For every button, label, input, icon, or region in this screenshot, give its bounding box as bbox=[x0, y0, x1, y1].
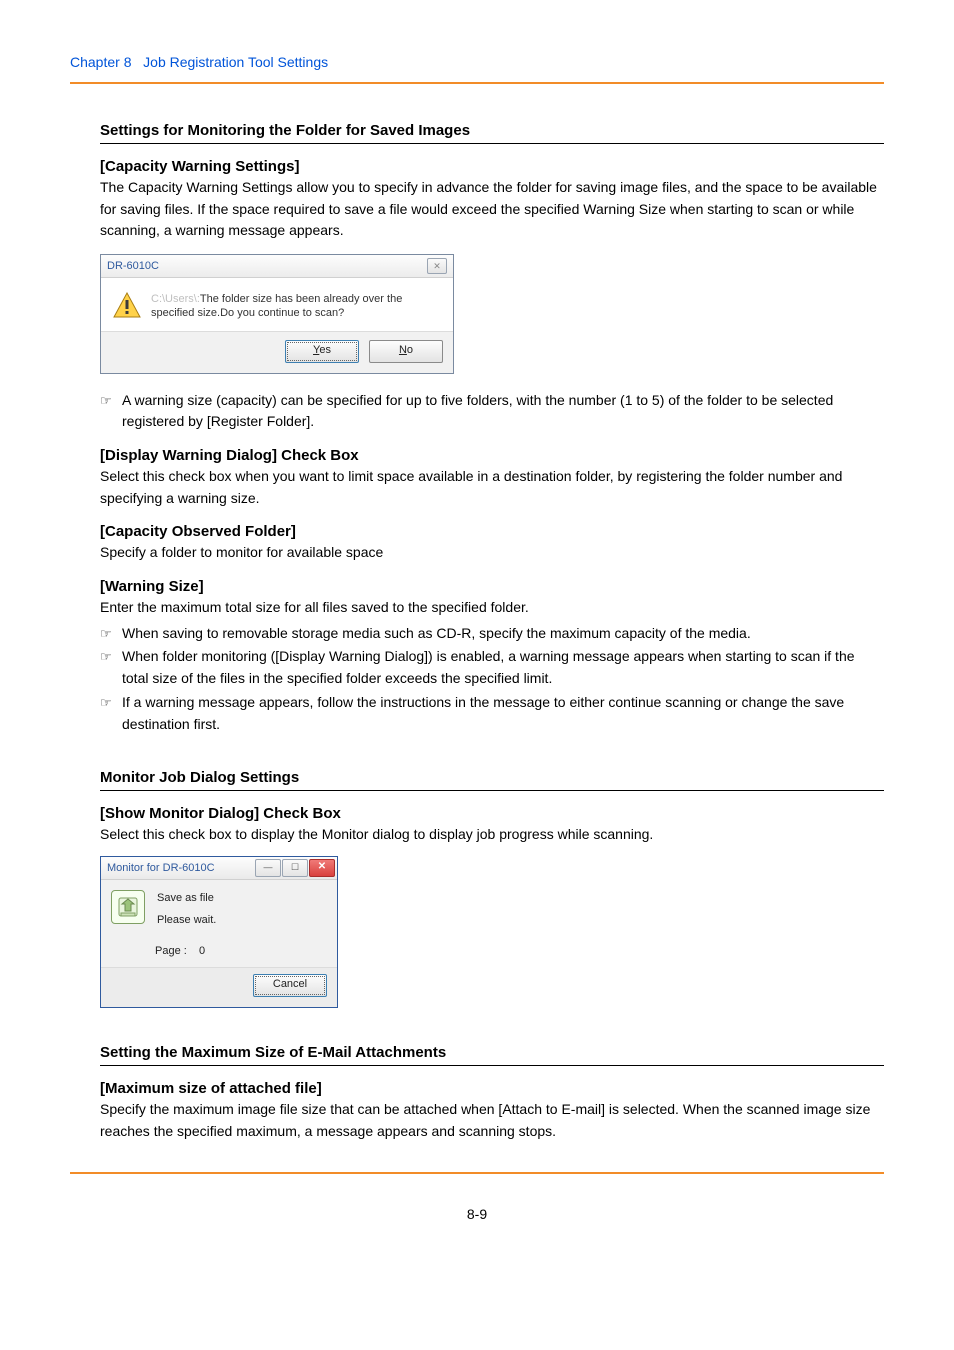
note-icon: ☞ bbox=[100, 623, 122, 644]
monitor-line-1: Save as file bbox=[157, 890, 216, 907]
monitor-dialog: Monitor for DR-6010C — ☐ ✕ Save as file bbox=[100, 856, 338, 1008]
no-button[interactable]: No bbox=[369, 340, 443, 363]
warning-size-note-2: When folder monitoring ([Display Warning… bbox=[122, 646, 884, 689]
heading-display-warning: [Display Warning Dialog] Check Box bbox=[100, 447, 884, 464]
warning-dialog-title: DR-6010C bbox=[107, 260, 159, 272]
heading-capacity-warning: [Capacity Warning Settings] bbox=[100, 158, 884, 175]
chapter-title: Job Registration Tool Settings bbox=[143, 54, 328, 70]
note-icon: ☞ bbox=[100, 390, 122, 411]
warning-dialog-path: C:\Users\: bbox=[151, 293, 200, 305]
warning-size-note-3: If a warning message appears, follow the… bbox=[122, 692, 884, 735]
heading-show-monitor: [Show Monitor Dialog] Check Box bbox=[100, 805, 884, 822]
note-text-1: A warning size (capacity) can be specifi… bbox=[122, 390, 884, 433]
maximize-icon[interactable]: ☐ bbox=[282, 859, 308, 877]
para-observed-folder: Specify a folder to monitor for availabl… bbox=[100, 542, 884, 564]
chapter-number: Chapter 8 bbox=[70, 54, 131, 70]
close-icon[interactable]: ✕ bbox=[427, 258, 447, 274]
close-icon[interactable]: ✕ bbox=[309, 859, 335, 877]
para-show-monitor: Select this check box to display the Mon… bbox=[100, 824, 884, 846]
monitor-page-value: 0 bbox=[199, 945, 205, 957]
header-rule bbox=[70, 82, 884, 84]
section-title-email-attachments: Setting the Maximum Size of E-Mail Attac… bbox=[100, 1044, 884, 1066]
heading-warning-size: [Warning Size] bbox=[100, 578, 884, 595]
chapter-header: Chapter 8 Job Registration Tool Settings bbox=[70, 54, 884, 82]
monitor-dialog-title: Monitor for DR-6010C bbox=[107, 862, 215, 874]
section-title-monitoring: Settings for Monitoring the Folder for S… bbox=[100, 122, 884, 144]
monitor-line-2: Please wait. bbox=[157, 912, 216, 929]
yes-button[interactable]: Yes bbox=[285, 340, 359, 363]
note-icon: ☞ bbox=[100, 692, 122, 713]
page-number: 8-9 bbox=[70, 1206, 884, 1222]
monitor-page-label: Page : bbox=[155, 945, 187, 957]
footer-rule bbox=[70, 1172, 884, 1174]
para-warning-size: Enter the maximum total size for all fil… bbox=[100, 597, 884, 619]
save-file-icon bbox=[111, 890, 145, 924]
minimize-icon[interactable]: — bbox=[255, 859, 281, 877]
para-display-warning: Select this check box when you want to l… bbox=[100, 466, 884, 509]
heading-max-attached-size: [Maximum size of attached file] bbox=[100, 1080, 884, 1097]
heading-observed-folder: [Capacity Observed Folder] bbox=[100, 523, 884, 540]
warning-size-note-1: When saving to removable storage media s… bbox=[122, 623, 884, 645]
warning-dialog-message: C:\Users\:The folder size has been alrea… bbox=[151, 292, 441, 321]
note-icon: ☞ bbox=[100, 646, 122, 667]
warning-triangle-icon bbox=[113, 292, 141, 318]
warning-dialog: DR-6010C ✕ C:\Users\:The folder size has… bbox=[100, 254, 454, 374]
para-capacity-warning: The Capacity Warning Settings allow you … bbox=[100, 177, 884, 242]
section-title-monitor-job: Monitor Job Dialog Settings bbox=[100, 769, 884, 791]
para-max-attached-size: Specify the maximum image file size that… bbox=[100, 1099, 884, 1142]
cancel-button[interactable]: Cancel bbox=[253, 974, 327, 997]
